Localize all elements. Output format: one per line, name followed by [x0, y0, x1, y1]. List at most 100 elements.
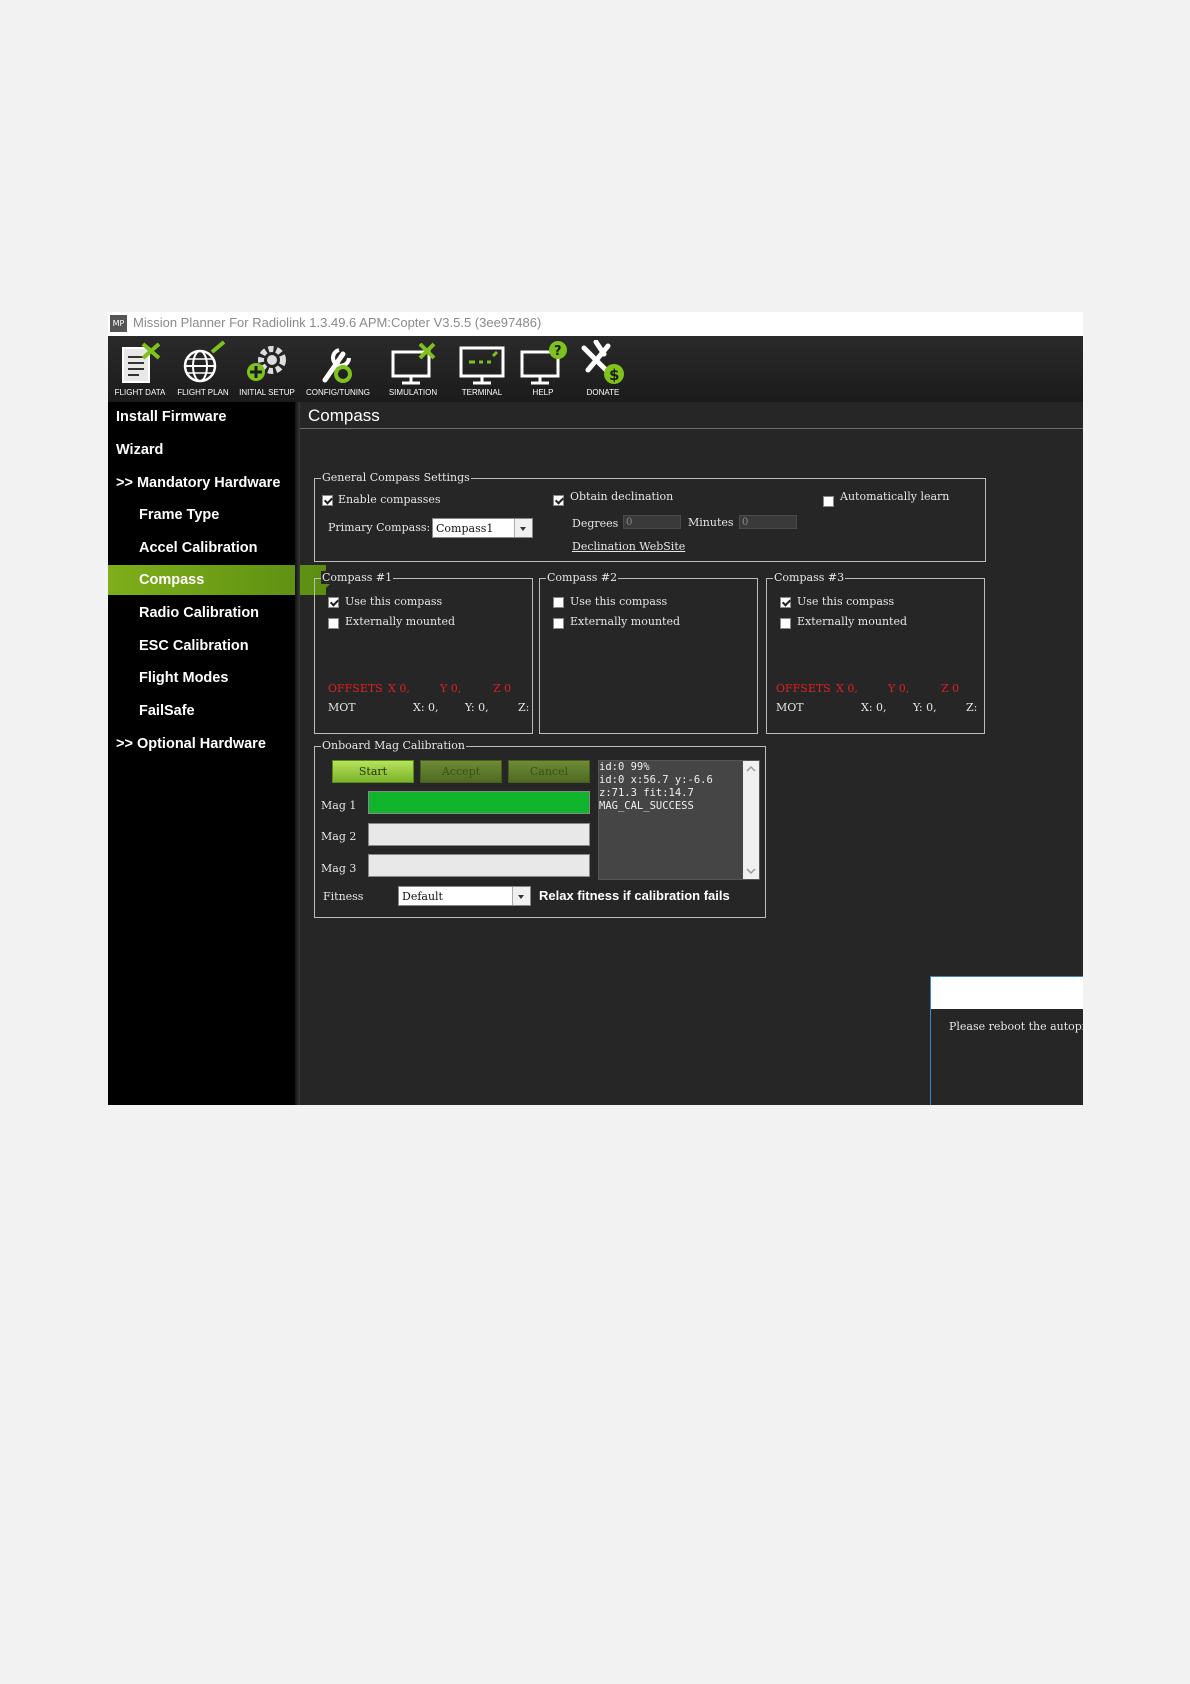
- mag-3-label: Mag 3: [321, 862, 357, 875]
- sidebar-item-esc-calibration[interactable]: ESC Calibration: [108, 631, 326, 661]
- fitness-label: Fitness: [323, 890, 364, 903]
- svg-text:?: ?: [554, 344, 562, 359]
- compass-2-use-checkbox[interactable]: [553, 597, 564, 608]
- log-line: z:71.3 fit:14.7: [599, 787, 694, 799]
- compass-1-use-label: Use this compass: [345, 595, 443, 608]
- toolbar-simulation-button[interactable]: SIMULATION: [381, 338, 445, 400]
- degrees-label: Degrees: [572, 517, 619, 530]
- toolbar-config-tuning-button[interactable]: CONFIG/TUNING: [306, 338, 370, 400]
- initial-setup-icon: [247, 346, 286, 381]
- toolbar-initial-setup-button[interactable]: INITIAL SETUP: [235, 338, 299, 400]
- compass-1-offset-x: X 0,: [388, 682, 410, 695]
- cancel-calibration-button[interactable]: Cancel: [508, 760, 590, 783]
- dialog-message: Please reboot the autopilot: [949, 1020, 1083, 1033]
- compass-1-mot-y: Y: 0,: [465, 701, 489, 714]
- dialog-header: [931, 977, 1083, 1009]
- simulation-icon: [391, 342, 436, 385]
- obtain-declination-label: Obtain declination: [570, 490, 674, 503]
- toolbar-label: DONATE: [586, 388, 620, 397]
- compass-3-external-label: Externally mounted: [797, 615, 908, 628]
- compass-3-offset-y: Y 0,: [888, 682, 910, 695]
- compass-1-offset-y: Y 0,: [440, 682, 462, 695]
- help-icon: ?: [520, 341, 567, 385]
- automatically-learn-checkbox[interactable]: [823, 496, 834, 507]
- flight-data-icon: [122, 342, 161, 383]
- header-rule: [300, 428, 1083, 429]
- compass-1-offset-z: Z 0: [493, 682, 512, 695]
- automatically-learn-label: Automatically learn: [840, 490, 950, 503]
- sidebar-item-install-firmware[interactable]: Install Firmware: [108, 402, 303, 432]
- minutes-input[interactable]: 0: [739, 515, 797, 529]
- group-legend: Compass #2: [546, 571, 619, 584]
- toolbar-flight-plan-button[interactable]: FLIGHT PLAN: [171, 338, 235, 400]
- main-panel: Compass General Compass Settings Enable …: [300, 402, 1083, 1105]
- compass-2-external-label: Externally mounted: [570, 615, 681, 628]
- toolbar-donate-button[interactable]: $ DONATE: [571, 338, 635, 400]
- svg-text:$: $: [609, 366, 619, 384]
- main-toolbar: FLIGHT DATA FLIGHT PLAN INITIAL SETUP CO…: [108, 336, 1083, 402]
- flight-plan-icon: [183, 340, 226, 383]
- enable-compasses-label: Enable compasses: [338, 493, 441, 506]
- chevron-down-icon: [514, 519, 532, 537]
- primary-compass-dropdown[interactable]: Compass1: [432, 518, 533, 538]
- minutes-label: Minutes: [688, 516, 734, 529]
- compass-1-use-checkbox[interactable]: [328, 597, 339, 608]
- degrees-input[interactable]: 0: [623, 515, 681, 529]
- sidebar-item-accel-calibration[interactable]: Accel Calibration: [108, 533, 326, 563]
- group-legend: General Compass Settings: [321, 471, 471, 484]
- toolbar-flight-data-button[interactable]: FLIGHT DATA: [108, 338, 172, 400]
- calibration-log[interactable]: id:0 99% id:0 x:56.7 y:-6.6 z:71.3 fit:1…: [598, 760, 760, 880]
- sidebar-item-failsafe[interactable]: FailSafe: [108, 696, 326, 726]
- fitness-dropdown[interactable]: Default: [398, 886, 531, 906]
- sidebar-item-radio-calibration[interactable]: Radio Calibration: [108, 598, 326, 628]
- compass-3-mot-y: Y: 0,: [913, 701, 937, 714]
- compass-3-use-checkbox[interactable]: [780, 597, 791, 608]
- log-scrollbar[interactable]: [743, 761, 759, 879]
- sidebar-item-flight-modes[interactable]: Flight Modes: [108, 663, 326, 693]
- compass-1-group: Compass #1 Use this compass Externally m…: [314, 571, 533, 734]
- sidebar-item-frame-type[interactable]: Frame Type: [108, 500, 326, 530]
- enable-compasses-checkbox[interactable]: [322, 495, 333, 506]
- progress-fill: [369, 792, 589, 813]
- compass-1-mot-z: Z:: [518, 701, 530, 714]
- group-legend: Onboard Mag Calibration: [321, 739, 466, 752]
- sidebar-item-wizard[interactable]: Wizard: [108, 435, 303, 465]
- title-bar: MP Mission Planner For Radiolink 1.3.49.…: [108, 312, 1083, 336]
- toolbar-label: INITIAL SETUP: [239, 388, 295, 397]
- primary-compass-value: Compass1: [436, 522, 494, 535]
- compass-2-external-checkbox[interactable]: [553, 618, 564, 629]
- page-title: Compass: [308, 406, 380, 425]
- group-legend: Compass #1: [321, 571, 394, 584]
- app-window: MP Mission Planner For Radiolink 1.3.49.…: [108, 312, 1083, 1105]
- mag-3-progress-bar: [368, 854, 590, 877]
- compass-1-mot-x: X: 0,: [413, 701, 439, 714]
- declination-website-link[interactable]: Declination WebSite: [572, 540, 685, 553]
- relax-fitness-label[interactable]: Relax fitness if calibration fails: [539, 888, 730, 903]
- window-title: Mission Planner For Radiolink 1.3.49.6 A…: [133, 315, 542, 330]
- compass-3-offset-z: Z 0: [941, 682, 960, 695]
- compass-1-external-checkbox[interactable]: [328, 618, 339, 629]
- compass-1-offsets-label: OFFSETS: [328, 682, 383, 695]
- scroll-arrows-icon: [746, 765, 756, 875]
- toolbar-label: CONFIG/TUNING: [306, 388, 370, 397]
- donate-icon: $: [581, 340, 624, 384]
- compass-2-group: Compass #2 Use this compass Externally m…: [539, 571, 758, 734]
- config-tuning-icon: [322, 348, 352, 383]
- obtain-declination-checkbox[interactable]: [553, 495, 564, 506]
- chevron-down-icon: [512, 887, 530, 905]
- compass-3-offset-x: X 0,: [836, 682, 858, 695]
- compass-3-external-checkbox[interactable]: [780, 618, 791, 629]
- mag-2-progress-bar: [368, 823, 590, 846]
- accept-calibration-button[interactable]: Accept: [420, 760, 502, 783]
- onboard-mag-calibration-group: Onboard Mag Calibration Start Accept Can…: [314, 739, 766, 918]
- sidebar-item-compass[interactable]: Compass: [108, 565, 334, 595]
- sidebar-item-mandatory-hardware[interactable]: >> Mandatory Hardware: [108, 468, 303, 498]
- setup-sidebar: Install Firmware Wizard >> Mandatory Har…: [108, 402, 334, 1105]
- start-calibration-button[interactable]: Start: [332, 760, 414, 783]
- sidebar-item-optional-hardware[interactable]: >> Optional Hardware: [108, 729, 303, 759]
- primary-compass-label: Primary Compass:: [328, 521, 431, 534]
- compass-3-mot-z: Z:: [966, 701, 978, 714]
- log-line: id:0 x:56.7 y:-6.6: [599, 774, 713, 786]
- mag-1-progress-bar: [368, 791, 590, 814]
- compass-3-group: Compass #3 Use this compass Externally m…: [766, 571, 985, 734]
